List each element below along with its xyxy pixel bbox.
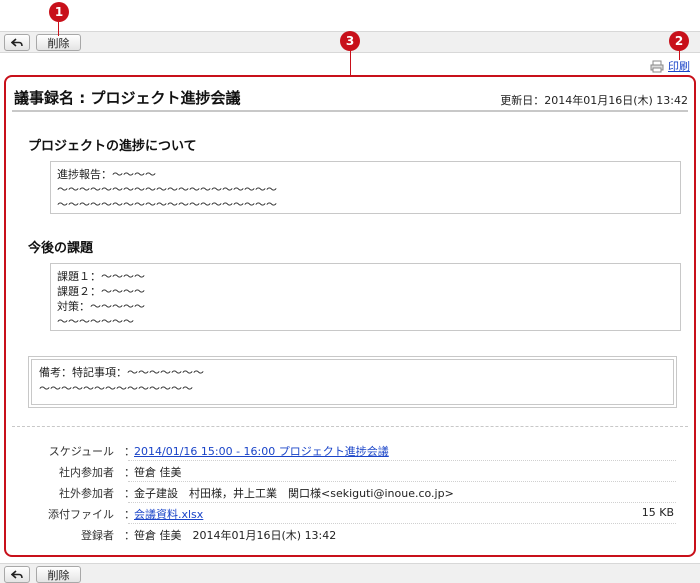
text-line: 〜〜〜〜〜〜〜 [57,315,134,328]
property-row-external: 社外参加者 ： 金子建設 村田様，井上工業 関口様<sekiguti@inoue… [6,481,694,503]
note-line: 〜〜〜〜〜〜〜〜〜〜〜〜〜〜 [39,382,193,395]
property-label: 社外参加者 [59,487,114,500]
property-label: スケジュール [48,445,114,458]
external-participants: 金子建設 村田様，井上工業 関口様<sekiguti@inoue.co.jp> [134,487,454,500]
divider [12,426,688,427]
delete-button-bottom[interactable]: 削除 [36,566,81,583]
print-link[interactable]: 印刷 [668,58,690,74]
property-row-registrant: 登録者 ： 笹倉 佳美 2014年01月16日(木) 13:42 [6,523,694,545]
note-inner: 備考：特記事項：〜〜〜〜〜〜〜 〜〜〜〜〜〜〜〜〜〜〜〜〜〜 [31,359,674,405]
text-line: 対策：〜〜〜〜〜 [57,300,145,313]
text-line: 〜〜〜〜〜〜〜〜〜〜〜〜〜〜〜〜〜〜〜〜 [57,198,277,211]
callout-marker-1: 1 [49,2,69,22]
note-box: 備考：特記事項：〜〜〜〜〜〜〜 〜〜〜〜〜〜〜〜〜〜〜〜〜〜 [28,356,677,408]
attachment-size: 15 KB [641,506,674,519]
attachment-link[interactable]: 会議資料.xlsx [134,508,203,521]
property-label: 添付ファイル [48,508,114,521]
schedule-link[interactable]: 2014/01/16 15:00 - 16:00 プロジェクト進捗会議 [134,445,389,458]
callout-marker-2: 2 [669,31,689,51]
property-row-schedule: スケジュール ： 2014/01/16 15:00 - 16:00 プロジェクト… [6,439,694,461]
text-line: 〜〜〜〜〜〜〜〜〜〜〜〜〜〜〜〜〜〜〜〜 [57,183,277,196]
back-arrow-icon [11,569,23,579]
callout-line-1 [58,22,59,36]
section-heading-progress: プロジェクトの進捗について [28,139,197,154]
registrant-value: 笹倉 佳美 2014年01月16日(木) 13:42 [134,529,337,542]
property-row-internal: 社内参加者 ： 笹倉 佳美 [6,460,694,482]
property-label: 登録者 [81,529,114,542]
callout-line-3 [350,50,351,76]
internal-participants: 笹倉 佳美 [134,466,182,479]
page-title: 議事録名 : プロジェクト進捗会議 [14,89,241,107]
minutes-detail-panel: 議事録名 : プロジェクト進捗会議 更新日：2014年01月16日(木) 13:… [4,75,696,557]
text-line: 課題２：〜〜〜〜 [57,285,145,298]
text-line: 課題１：〜〜〜〜 [57,270,145,283]
callout-marker-3: 3 [340,31,360,51]
printer-icon[interactable] [650,60,664,73]
property-value: 会議資料.xlsx [134,506,203,522]
delete-button[interactable]: 削除 [36,34,81,51]
back-button-bottom[interactable] [4,566,30,583]
back-arrow-icon [11,37,23,47]
note-line: 備考：特記事項：〜〜〜〜〜〜〜 [39,366,204,379]
bottom-toolbar: 削除 [0,563,700,583]
callout-line-2 [679,50,680,60]
issues-text-box: 課題１：〜〜〜〜 課題２：〜〜〜〜 対策：〜〜〜〜〜 〜〜〜〜〜〜〜 [50,263,681,331]
property-label: 社内参加者 [59,466,114,479]
title-row: 議事録名 : プロジェクト進捗会議 更新日：2014年01月16日(木) 13:… [12,85,688,112]
property-value: 2014/01/16 15:00 - 16:00 プロジェクト進捗会議 [134,443,389,459]
property-row-attachment: 添付ファイル ： 会議資料.xlsx 15 KB [6,502,694,524]
section-heading-issues: 今後の課題 [28,241,94,256]
progress-text-box: 進捗報告：〜〜〜〜 〜〜〜〜〜〜〜〜〜〜〜〜〜〜〜〜〜〜〜〜 〜〜〜〜〜〜〜〜〜… [50,161,681,214]
text-line: 進捗報告：〜〜〜〜 [57,168,156,181]
updated-date: 更新日：2014年01月16日(木) 13:42 [500,94,688,107]
print-area: 印刷 [650,58,690,74]
back-button[interactable] [4,34,30,51]
